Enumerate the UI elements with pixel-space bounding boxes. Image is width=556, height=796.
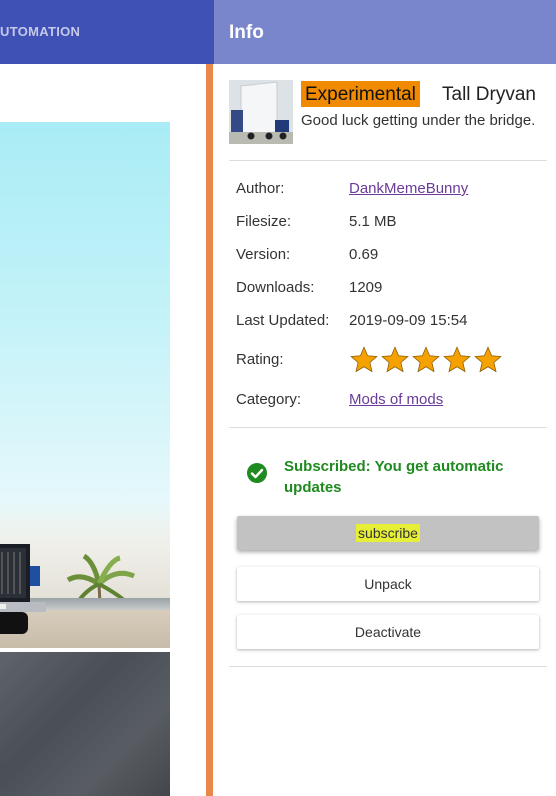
- subscribe-button[interactable]: subscribe: [237, 516, 539, 550]
- rating-label: Rating:: [236, 351, 284, 368]
- filesize-label: Filesize:: [236, 213, 292, 230]
- version-label: Version:: [236, 246, 291, 263]
- unpack-button[interactable]: Unpack: [237, 567, 539, 601]
- star-icon: [474, 346, 502, 373]
- subscription-status: Subscribed: You get automatic updates: [246, 456, 546, 500]
- author-label: Author:: [236, 180, 285, 197]
- tab-automation[interactable]: UTOMATION: [0, 24, 80, 39]
- panel-divider: [206, 64, 213, 796]
- star-icon: [381, 346, 409, 373]
- detail-row-category: Category: Mods of mods: [236, 391, 546, 413]
- downloads-label: Downloads:: [236, 279, 315, 296]
- star-icon: [350, 346, 378, 373]
- star-icon: [412, 346, 440, 373]
- detail-row-filesize: Filesize: 5.1 MB: [236, 213, 546, 235]
- info-panel: Info Experimental Tall Dryvan Good luck …: [214, 0, 556, 796]
- filesize-value: 5.1 MB: [349, 213, 397, 230]
- mod-preview-image: [0, 122, 170, 648]
- last-updated-label: Last Updated:: [236, 312, 330, 329]
- version-value: 0.69: [349, 246, 379, 263]
- rating-stars: [349, 345, 503, 375]
- detail-row-rating: Rating:: [236, 346, 546, 373]
- detail-row-last-updated: Last Updated: 2019-09-09 15:54: [236, 312, 546, 334]
- divider: [229, 427, 547, 428]
- author-link[interactable]: DankMemeBunny: [349, 180, 468, 197]
- star-icon: [443, 346, 471, 373]
- mod-preview-image-secondary: [0, 652, 170, 796]
- info-header-bar: Info: [214, 0, 556, 64]
- divider: [229, 160, 547, 161]
- subscribe-button-label: subscribe: [356, 524, 420, 542]
- downloads-value: 1209: [349, 279, 383, 296]
- mod-name: Tall Dryvan: [442, 84, 536, 105]
- detail-row-author: Author: DankMemeBunny: [236, 180, 546, 202]
- detail-row-downloads: Downloads: 1209: [236, 279, 546, 301]
- check-circle-icon: [247, 463, 267, 483]
- divider: [229, 666, 547, 667]
- truck-graphic: [0, 544, 46, 634]
- category-link[interactable]: Mods of mods: [349, 391, 443, 408]
- last-updated-value: 2019-09-09 15:54: [349, 312, 468, 329]
- mod-thumbnail: [229, 80, 293, 144]
- category-label: Category:: [236, 391, 302, 408]
- info-title: Info: [229, 22, 264, 43]
- left-pane: UTOMATION: [0, 0, 214, 796]
- subscription-status-text: Subscribed: You get automatic updates: [284, 458, 504, 496]
- left-header-bar: UTOMATION: [0, 0, 214, 64]
- detail-row-version: Version: 0.69: [236, 246, 546, 268]
- deactivate-button[interactable]: Deactivate: [237, 615, 539, 649]
- mod-description: Good luck getting under the bridge.: [301, 112, 536, 129]
- experimental-badge: Experimental: [301, 81, 420, 107]
